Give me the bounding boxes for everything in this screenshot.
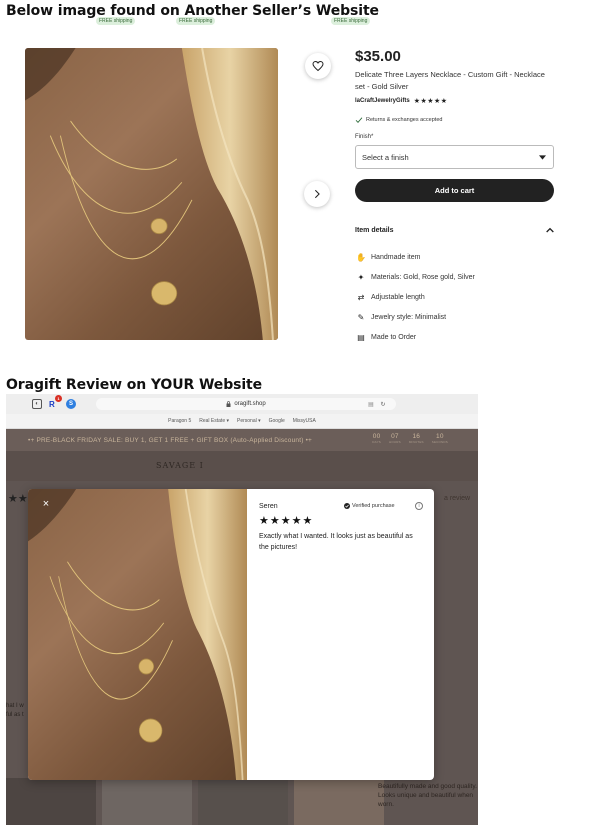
reviewer-name: Seren	[259, 503, 278, 510]
bookmarks-bar: Paragon 5 Real Estate ▾ Personal ▾ Googl…	[6, 414, 478, 429]
detail-handmade: ✋ Handmade item	[356, 252, 420, 262]
page-rating-stars: ★★	[8, 493, 28, 505]
site-header: SAVAGE I	[6, 451, 478, 481]
verified-check-icon	[344, 503, 350, 509]
bookmark-item[interactable]: Paragon 5	[168, 418, 191, 424]
thumbnail	[6, 778, 96, 825]
countdown-timer: 00 DAYS 07 HOURS 16 MINUTES 10 SECONDS	[372, 433, 448, 444]
check-icon	[355, 117, 363, 123]
finish-label: Finish*	[355, 134, 373, 140]
address-bar[interactable]: oragift.shop	[96, 398, 396, 410]
promo-banner: •+ PRE-BLACK FRIDAY SALE: BUY 1, GET 1 F…	[6, 429, 478, 451]
extension-r-icon[interactable]: R	[49, 399, 55, 409]
thumbnail	[294, 778, 384, 825]
free-shipping-badge: FREE shipping	[176, 17, 216, 25]
bookmark-item[interactable]: Google	[269, 418, 285, 424]
verified-label: Verified purchase	[352, 503, 395, 509]
shop-info: laCraftJewelryGifts ★★★★★	[355, 97, 448, 105]
required-marker: *	[371, 134, 374, 140]
returns-label: Returns & exchanges accepted	[366, 117, 443, 123]
bookmark-item[interactable]: Personal ▾	[237, 418, 261, 424]
item-details-toggle[interactable]: Item details	[355, 227, 554, 234]
shield-icon[interactable]: ◐	[32, 399, 42, 409]
add-to-cart-button[interactable]: Add to cart	[355, 179, 554, 202]
clipboard-icon: ▤	[357, 332, 365, 342]
browser-toolbar: ◐ R 1 S oragift.shop ▤ ↻	[6, 394, 478, 414]
detail-text: Made to Order	[371, 333, 417, 341]
detail-materials: ✦ Materials: Gold, Rose gold, Silver	[356, 272, 475, 282]
snippet-line: hat I w	[6, 703, 24, 709]
free-shipping-badge: FREE shipping	[96, 17, 136, 25]
bookmark-item[interactable]: MissyUSA	[293, 418, 316, 424]
detail-text: Adjustable length	[371, 293, 425, 301]
website-screenshot: ◐ R 1 S oragift.shop ▤ ↻ Paragon 5 Real …	[6, 394, 478, 825]
review-photo: ×	[28, 489, 247, 780]
detail-style: ✎ Jewelry style: Minimalist	[356, 312, 446, 322]
arrows-icon: ⇄	[357, 292, 365, 302]
review-modal: × Seren Verified purchase i ★★★★★ Exactl…	[28, 489, 434, 780]
finish-select[interactable]: Select a finish	[355, 145, 554, 169]
caret-down-icon	[539, 154, 546, 160]
site-logo[interactable]: SAVAGE I	[156, 461, 204, 470]
countdown-minutes: 16 MINUTES	[408, 433, 424, 444]
thumbnail	[198, 778, 288, 825]
chevron-right-icon	[314, 189, 320, 199]
detail-text: Handmade item	[371, 253, 421, 261]
detail-length: ⇄ Adjustable length	[356, 292, 425, 302]
finish-label-text: Finish	[355, 134, 372, 140]
snippet-line: ful as t	[6, 712, 24, 718]
notification-badge-icon: 1	[55, 395, 62, 402]
bookmark-item[interactable]: Real Estate ▾	[199, 418, 229, 424]
reader-icon[interactable]: ▤	[366, 399, 376, 409]
free-shipping-badge: FREE shipping	[331, 17, 371, 25]
sparkle-icon: ✦	[357, 272, 365, 282]
detail-text: Materials: Gold, Rose gold, Silver	[371, 273, 475, 281]
product-title: Delicate Three Layers Necklace - Custom …	[355, 70, 545, 91]
product-price: $35.00	[355, 48, 401, 65]
address-url: oragift.shop	[234, 401, 266, 407]
necklace-photo	[25, 48, 278, 340]
countdown-hours: 07 HOURS	[389, 433, 401, 444]
item-details-heading: Item details	[355, 227, 394, 234]
next-image-button[interactable]	[304, 181, 330, 207]
write-review-link[interactable]: a review	[444, 495, 470, 502]
background-review-snippet: hat I w ful as t	[6, 702, 24, 720]
background-review-text: Beautifully made and good quality. Looks…	[378, 783, 477, 808]
returns-info: Returns & exchanges accepted	[355, 116, 442, 124]
promo-text: •+ PRE-BLACK FRIDAY SALE: BUY 1, GET 1 F…	[28, 436, 313, 444]
thumbnail	[102, 778, 192, 825]
hand-icon: ✋	[356, 252, 366, 262]
extension-s-icon[interactable]: S	[66, 399, 76, 409]
brush-icon: ✎	[357, 312, 365, 322]
chevron-up-icon	[546, 227, 554, 233]
close-modal-button[interactable]: ×	[40, 498, 52, 510]
info-icon[interactable]: i	[415, 502, 423, 510]
section-title-oragift-review: Oragift Review on YOUR Website	[6, 377, 263, 393]
shop-rating-stars: ★★★★★	[413, 98, 448, 105]
countdown-seconds: 10 SECONDS	[431, 433, 448, 444]
shop-name-link[interactable]: laCraftJewelryGifts	[355, 98, 410, 104]
lock-icon	[226, 401, 231, 407]
detail-text: Jewelry style: Minimalist	[371, 313, 447, 321]
product-image[interactable]	[25, 48, 278, 340]
verified-purchase-badge: Verified purchase	[344, 503, 395, 509]
detail-made-to-order: ▤ Made to Order	[356, 332, 416, 342]
review-rating-stars: ★★★★★	[259, 515, 314, 527]
reload-icon[interactable]: ↻	[378, 399, 388, 409]
heart-icon	[312, 60, 324, 72]
review-text: Exactly what I wanted. It looks just as …	[259, 533, 413, 551]
favorite-button[interactable]	[305, 53, 331, 79]
countdown-days: 00 DAYS	[372, 433, 381, 444]
finish-select-value: Select a finish	[362, 152, 409, 162]
necklace-photo	[28, 489, 247, 780]
